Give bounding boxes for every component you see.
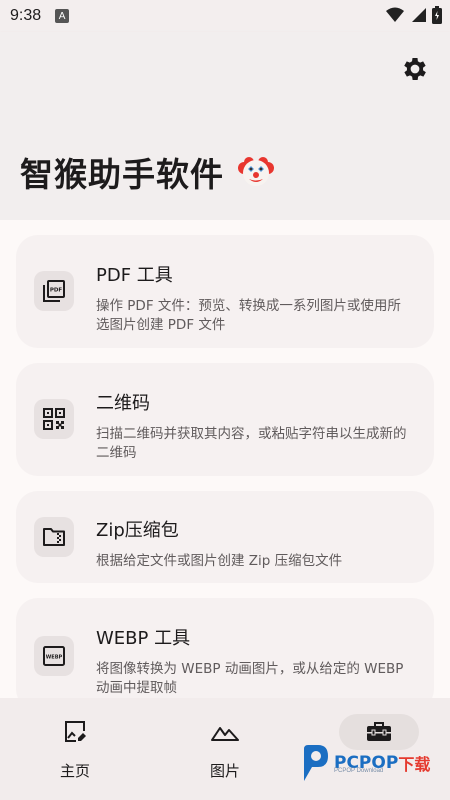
page-title: 智猴助手软件 — [20, 155, 224, 194]
notification-icon: A — [55, 9, 70, 23]
card-description: 将图像转换为 WEBP 动画图片，或从给定的 WEBP 动画中提取帧 — [96, 661, 404, 696]
status-time: 9:38 — [10, 7, 42, 24]
status-icons — [386, 6, 442, 24]
qr-code-card[interactable]: 二维码 扫描二维码并获取其内容，或粘贴字符串以生成新的二维码 — [16, 363, 434, 476]
title-row: 智猴助手软件 — [20, 148, 274, 196]
svg-text:PDF: PDF — [50, 288, 63, 294]
pdf-tools-card[interactable]: PDF PDF 工具 操作 PDF 文件：预览、转换成一系列图片或使用所选图片创… — [16, 235, 434, 348]
signal-icon — [412, 8, 426, 22]
card-title: WEBP 工具 — [96, 628, 191, 649]
nav-pill — [35, 714, 115, 750]
gear-icon — [404, 58, 426, 80]
zip-archive-card[interactable]: Zip压缩包 根据给定文件或图片创建 Zip 压缩包文件 — [16, 491, 434, 583]
nav-item-home[interactable]: 主页 — [0, 698, 150, 800]
landscape-icon — [211, 727, 239, 741]
image-edit-icon — [65, 721, 86, 742]
pcpop-logo-icon — [304, 745, 328, 781]
wifi-icon — [386, 7, 404, 22]
qr-icon-box — [34, 399, 74, 439]
tools-list: PDF PDF 工具 操作 PDF 文件：预览、转换成一系列图片或使用所选图片创… — [0, 220, 450, 698]
webp-icon-box: WEBP — [34, 636, 74, 676]
settings-button[interactable] — [400, 54, 430, 84]
webp-tools-card[interactable]: WEBP WEBP 工具 将图像转换为 WEBP 动画图片，或从给定的 WEBP… — [16, 598, 434, 698]
card-description: 根据给定文件或图片创建 Zip 压缩包文件 — [96, 553, 343, 569]
app-header: 智猴助手软件 — [0, 32, 450, 220]
svg-text:WEBP: WEBP — [46, 655, 63, 661]
status-bar: 9:38 A — [0, 0, 450, 32]
webp-icon: WEBP — [43, 646, 65, 666]
battery-icon — [432, 6, 442, 24]
card-title: 二维码 — [96, 393, 150, 414]
pdf-icon-box: PDF — [34, 271, 74, 311]
card-description: 操作 PDF 文件：预览、转换成一系列图片或使用所选图片创建 PDF 文件 — [96, 298, 401, 333]
watermark-suffix: 下载 — [398, 755, 431, 774]
card-description: 扫描二维码并获取其内容，或粘贴字符串以生成新的二维码 — [96, 426, 407, 461]
qr-code-icon — [43, 408, 65, 430]
watermark-logo: PCPOP 下载 PCPOP Download — [300, 738, 430, 788]
nav-label: 主页 — [59, 762, 90, 780]
watermark-sub: PCPOP Download — [334, 768, 384, 774]
card-title: Zip压缩包 — [96, 520, 179, 541]
zip-folder-icon — [43, 528, 65, 546]
nav-label: 图片 — [209, 762, 240, 780]
nav-pill — [185, 714, 265, 750]
clown-emoji-icon — [238, 157, 274, 186]
zip-icon-box — [34, 517, 74, 557]
nav-item-images[interactable]: 图片 — [150, 698, 300, 800]
pdf-file-icon: PDF — [43, 280, 65, 302]
card-title: PDF 工具 — [96, 265, 173, 286]
